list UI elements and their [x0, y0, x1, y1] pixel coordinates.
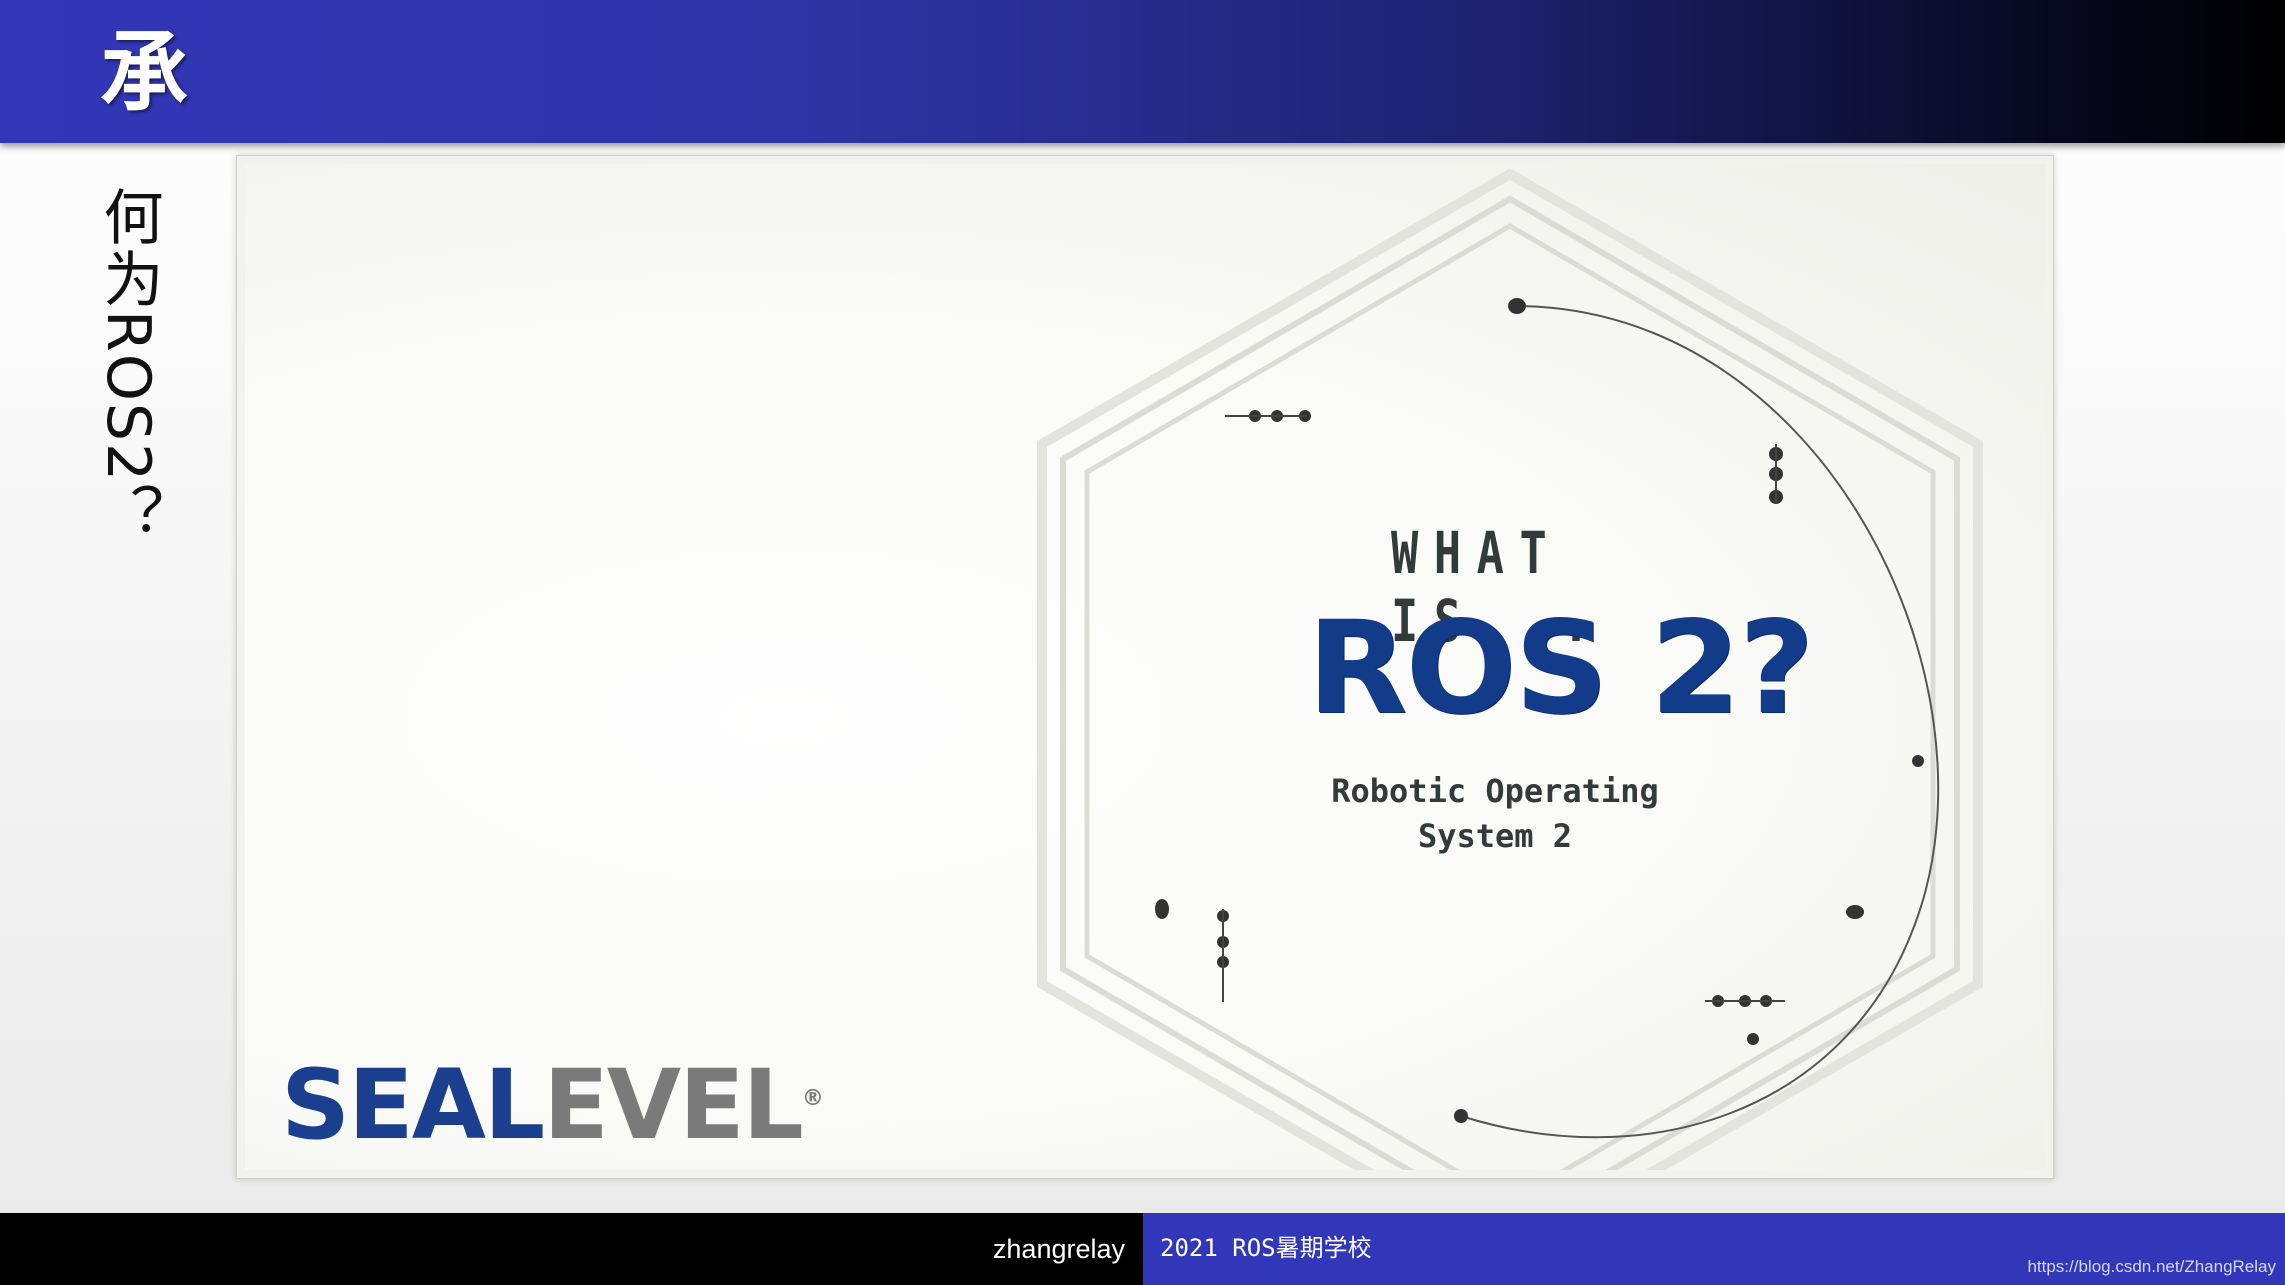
video-frame: WHAT IS... ROS 2? Robotic Operating Syst…: [236, 155, 2054, 1179]
sealevel-logo: SEALEVEL®: [281, 1044, 824, 1161]
footer-url[interactable]: https://blog.csdn.net/ZhangRelay: [2027, 1257, 2276, 1277]
subtitle-line-1: Robotic Operating: [1331, 772, 1659, 810]
slide-header: 承: [0, 0, 2285, 143]
logo-registered-mark: ®: [801, 1086, 824, 1111]
footer-author: zhangrelay: [992, 1234, 1125, 1264]
logo-part-1: SEAL: [281, 1049, 545, 1161]
footer-right: 2021 ROS暑期学校 https://blog.csdn.net/Zhang…: [1143, 1213, 2285, 1285]
side-title: 何为ROS2？: [93, 186, 163, 546]
footer-left: zhangrelay: [0, 1213, 1143, 1285]
subtitle-line-2: System 2: [1417, 817, 1573, 855]
logo-part-2: EVEL: [543, 1049, 804, 1161]
video-subtitle: Robotic Operating System 2: [1235, 769, 1755, 859]
header-title: 承: [100, 20, 189, 124]
ros2-headline: ROS 2?: [1307, 594, 1814, 743]
video-thumbnail[interactable]: WHAT IS... ROS 2? Robotic Operating Syst…: [245, 164, 2045, 1170]
footer-event: 2021 ROS暑期学校: [1160, 1234, 1372, 1262]
